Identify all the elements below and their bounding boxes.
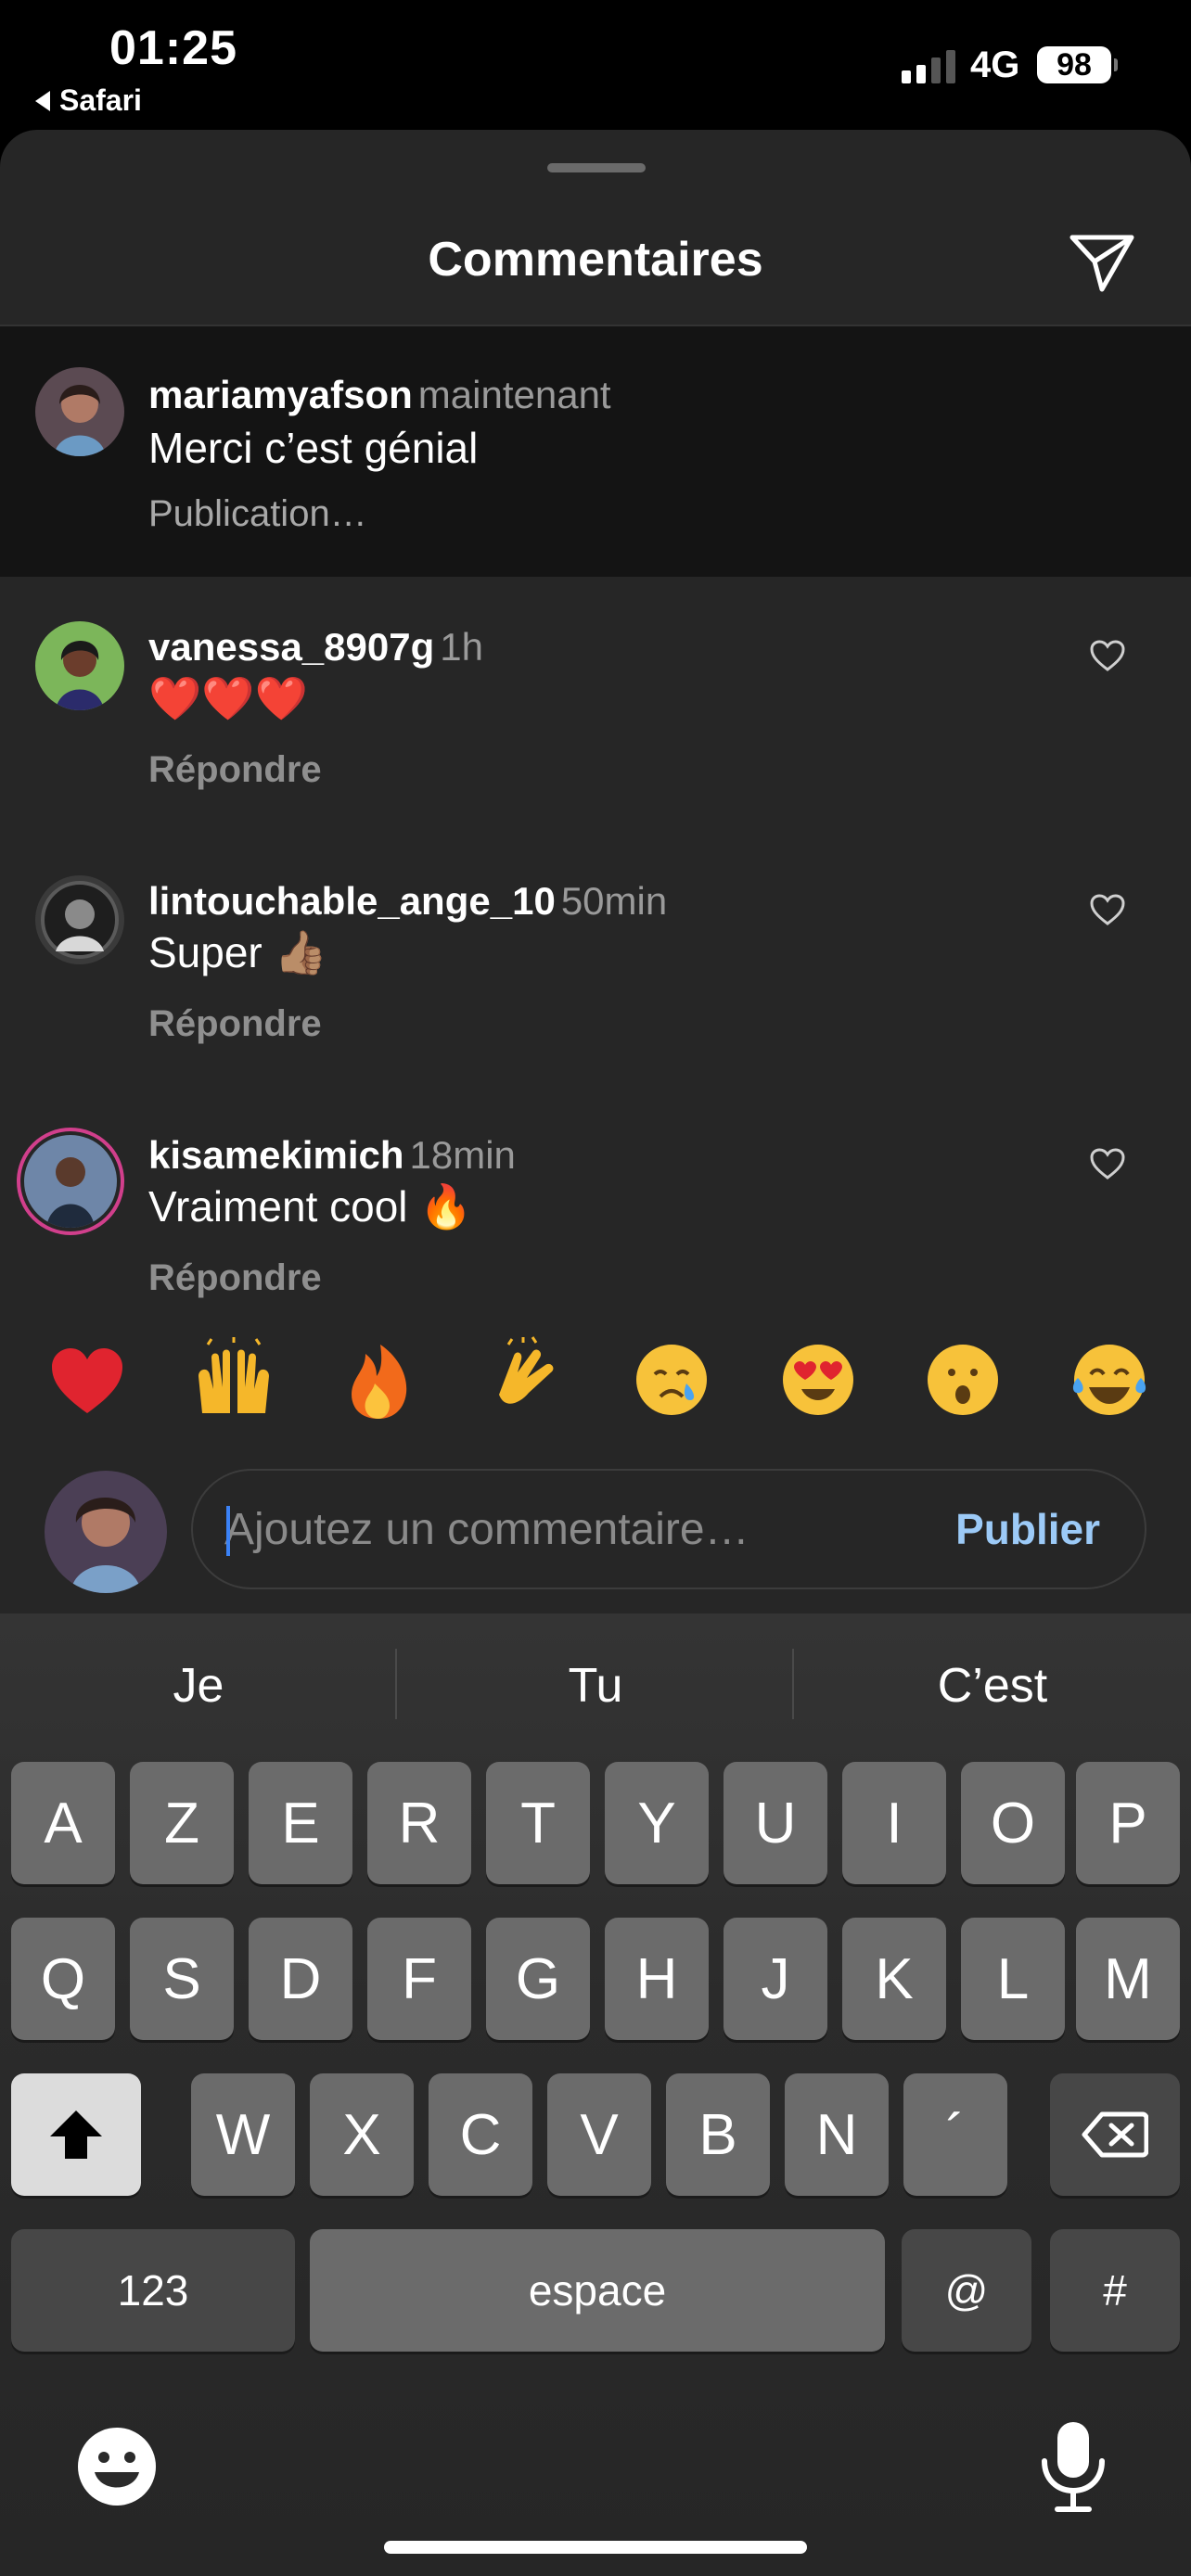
key-n[interactable]: N <box>785 2073 889 2196</box>
battery-level: 98 <box>1057 46 1092 83</box>
key-l[interactable]: L <box>961 1918 1065 2040</box>
reply-button[interactable]: Répondre <box>148 1003 322 1045</box>
comment-posting-status: Publication… <box>148 493 367 534</box>
key-m[interactable]: M <box>1076 1918 1180 2040</box>
comment-username[interactable]: mariamyafson <box>148 373 413 416</box>
key-u[interactable]: U <box>724 1762 827 1884</box>
sheet-title: Commentaires <box>428 233 763 287</box>
key-a[interactable]: A <box>11 1762 115 1884</box>
text-caret <box>226 1506 230 1556</box>
comment-composer: Publier <box>0 1456 1191 1613</box>
key-k[interactable]: K <box>842 1918 946 2040</box>
key-e[interactable]: E <box>249 1762 352 1884</box>
key-r[interactable]: R <box>367 1762 471 1884</box>
avatar[interactable] <box>35 875 124 964</box>
comment-username[interactable]: vanessa_8907g <box>148 625 434 669</box>
comment-time: maintenant <box>417 373 611 416</box>
raising-hands-emoji-icon[interactable] <box>189 1335 278 1424</box>
numbers-key[interactable]: 123 <box>11 2229 295 2352</box>
key-o[interactable]: O <box>961 1762 1065 1884</box>
backspace-key[interactable] <box>1050 2073 1180 2196</box>
comment-time: 50min <box>560 879 668 923</box>
comment-input-wrapper: Publier <box>191 1469 1146 1589</box>
at-key[interactable]: @ <box>902 2229 1031 2352</box>
key-z[interactable]: Z <box>130 1762 234 1884</box>
microphone-icon[interactable] <box>1037 2418 1109 2515</box>
comment-username[interactable]: lintouchable_ange_10 <box>148 879 556 923</box>
like-heart-icon[interactable] <box>1089 892 1126 929</box>
comment-item: lintouchable_ange_10 50min Super 👍🏽 Répon… <box>0 831 1191 1085</box>
status-bar: 01:25 Safari 4G 98 <box>0 0 1191 130</box>
avatar-story-ring[interactable] <box>17 1128 124 1235</box>
space-key[interactable]: espace <box>310 2229 885 2352</box>
comment-input[interactable] <box>224 1471 929 1588</box>
keyboard: Je Tu C’est A Z E R T Y U I O P Q S D F … <box>0 1613 1191 2576</box>
key-v[interactable]: V <box>547 2073 651 2196</box>
publish-button[interactable]: Publier <box>955 1504 1100 1554</box>
avatar[interactable] <box>35 367 124 456</box>
comment-item: vanessa_8907g 1h ❤️❤️❤️ Répondre <box>0 577 1191 831</box>
signal-strength-icon <box>902 48 955 83</box>
predictive-bar: Je Tu C’est <box>0 1613 1191 1758</box>
comment-text: ❤️❤️❤️ <box>148 674 308 722</box>
back-app-label: Safari <box>59 83 142 117</box>
network-type: 4G <box>970 45 1020 85</box>
sheet-grabber[interactable] <box>547 163 646 172</box>
comment-time: 1h <box>440 625 483 669</box>
key-g[interactable]: G <box>486 1918 590 2040</box>
backspace-icon <box>1082 2111 1148 2158</box>
back-to-app-button[interactable]: Safari <box>35 83 142 118</box>
clapping-hands-emoji-icon[interactable] <box>480 1335 570 1424</box>
key-p[interactable]: P <box>1076 1762 1180 1884</box>
key-i[interactable]: I <box>842 1762 946 1884</box>
key-q[interactable]: Q <box>11 1918 115 2040</box>
like-heart-icon[interactable] <box>1089 1146 1126 1183</box>
shift-arrow-icon <box>50 2111 102 2159</box>
key-j[interactable]: J <box>724 1918 827 2040</box>
key-b[interactable]: B <box>666 2073 770 2196</box>
back-arrow-icon <box>35 90 50 111</box>
reply-button[interactable]: Répondre <box>148 1257 322 1299</box>
suggestion-3[interactable]: C’est <box>794 1658 1191 1714</box>
key-y[interactable]: Y <box>605 1762 709 1884</box>
comment-username[interactable]: kisamekimich <box>148 1133 404 1177</box>
paper-plane-icon[interactable] <box>1067 230 1137 295</box>
quick-reactions-bar <box>0 1307 1191 1456</box>
surprised-face-emoji-icon[interactable] <box>918 1335 1007 1424</box>
like-heart-icon[interactable] <box>1089 638 1126 675</box>
hash-key[interactable]: # <box>1050 2229 1180 2352</box>
comment-text: Super 👍🏽 <box>148 928 327 976</box>
emoji-keyboard-icon[interactable] <box>72 2422 161 2511</box>
suggestion-1[interactable]: Je <box>0 1658 397 1714</box>
key-s[interactable]: S <box>130 1918 234 2040</box>
comment-text: Merci c’est génial <box>148 424 479 472</box>
comment-text: Vraiment cool 🔥 <box>148 1182 473 1231</box>
key-t[interactable]: T <box>486 1762 590 1884</box>
key-f[interactable]: F <box>367 1918 471 2040</box>
avatar[interactable] <box>35 621 124 710</box>
key-acute-accent[interactable]: ´ <box>903 2073 1007 2196</box>
comment-item: mariamyafson maintenant Merci c’est génia… <box>0 326 1191 577</box>
key-c[interactable]: C <box>429 2073 532 2196</box>
key-w[interactable]: W <box>191 2073 295 2196</box>
current-user-avatar <box>45 1471 167 1593</box>
shift-key[interactable] <box>11 2073 141 2196</box>
comment-item: kisamekimich 18min Vraiment cool 🔥 Répond… <box>0 1085 1191 1307</box>
key-h[interactable]: H <box>605 1918 709 2040</box>
crying-face-emoji-icon[interactable] <box>627 1335 716 1424</box>
home-indicator[interactable] <box>384 2541 807 2554</box>
key-d[interactable]: D <box>249 1918 352 2040</box>
reply-button[interactable]: Répondre <box>148 749 322 791</box>
red-heart-emoji-icon[interactable] <box>43 1335 132 1424</box>
tears-of-joy-emoji-icon[interactable] <box>1065 1335 1154 1424</box>
heart-eyes-emoji-icon[interactable] <box>774 1335 863 1424</box>
battery-icon: 98 <box>1037 46 1118 83</box>
suggestion-2[interactable]: Tu <box>397 1658 794 1714</box>
status-time: 01:25 <box>109 21 237 75</box>
comment-time: 18min <box>409 1133 516 1177</box>
key-x[interactable]: X <box>310 2073 414 2196</box>
fire-emoji-icon[interactable] <box>334 1335 423 1424</box>
